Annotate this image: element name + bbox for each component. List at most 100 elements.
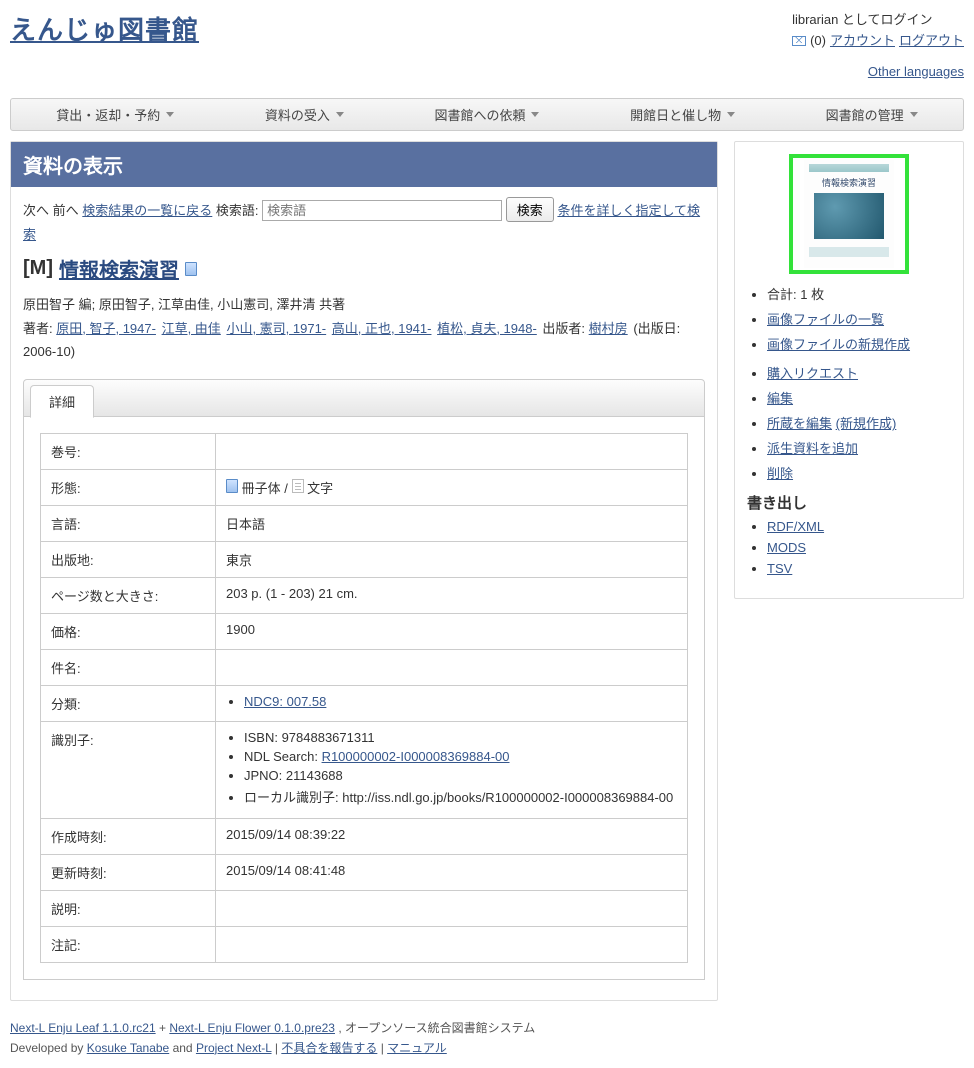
- sidebar-holdings-edit-link[interactable]: 所蔵を編集: [767, 416, 832, 431]
- row-price-label: 価格:: [41, 614, 216, 650]
- row-place-value: 東京: [216, 542, 688, 578]
- nav-requests-label: 図書館への依頼: [434, 105, 525, 124]
- sidebar: 情報検索演習 合計: 1 枚 画像ファイルの一覧 画像ファイルの新規作成 購入リ…: [734, 141, 964, 599]
- row-classification-value: NDC9: 007.58: [216, 686, 688, 722]
- row-note-value: [216, 927, 688, 963]
- classification-ndc9-link[interactable]: NDC9: 007.58: [244, 694, 326, 709]
- sidebar-edit-link[interactable]: 編集: [767, 391, 793, 406]
- main-panel: 資料の表示 次へ 前へ 検索結果の一覧に戻る 検索語: 検索 条件を詳しく指定し…: [10, 141, 718, 1001]
- footer-manual-link[interactable]: マニュアル: [387, 1041, 447, 1055]
- footer-devby: Developed by: [10, 1041, 87, 1055]
- search-label: 検索語:: [216, 203, 259, 218]
- main-navbar: 貸出・返却・予約 資料の受入 図書館への依頼 開館日と催し物 図書館の管理: [10, 98, 964, 131]
- author-link[interactable]: 原田, 智子, 1947-: [56, 321, 156, 336]
- row-subject-label: 件名:: [41, 650, 216, 686]
- row-identifiers-label: 識別子:: [41, 722, 216, 819]
- tab-strip: 詳細: [23, 379, 705, 417]
- carrier-type: 冊子体: [242, 481, 281, 496]
- author-link[interactable]: 小山, 憲司, 1971-: [226, 321, 326, 336]
- identifier-isbn: ISBN: 9784883671311: [244, 730, 677, 745]
- row-price-value: 1900: [216, 614, 688, 650]
- book-icon: [226, 479, 238, 493]
- row-description-value: [216, 891, 688, 927]
- footer-flower-link[interactable]: Next-L Enju Flower 0.1.0.pre23: [169, 1021, 335, 1035]
- back-to-results-link[interactable]: 検索結果の一覧に戻る: [82, 203, 212, 218]
- search-button[interactable]: 検索: [506, 197, 554, 222]
- author-link[interactable]: 高山, 正也, 1941-: [332, 321, 432, 336]
- account-link[interactable]: アカウント: [830, 31, 895, 52]
- tab-panel-detail: 巻号: 形態: 冊子体 / 文字 言語:: [23, 417, 705, 980]
- nav-events[interactable]: 開館日と催し物: [630, 105, 735, 124]
- footer-dev-link[interactable]: Kosuke Tanabe: [87, 1041, 170, 1055]
- identifier-ndl-label: NDL Search:: [244, 749, 318, 764]
- sidebar-purchase-request-link[interactable]: 購入リクエスト: [767, 366, 858, 381]
- cover-image-frame[interactable]: 情報検索演習: [789, 154, 909, 274]
- identifier-jpno: JPNO: 21143688: [244, 768, 677, 783]
- chevron-down-icon: [531, 112, 539, 117]
- other-languages-link[interactable]: Other languages: [868, 64, 964, 79]
- authors-label: 著者:: [23, 321, 53, 336]
- cover-image: 情報検索演習: [804, 160, 894, 268]
- nav-admin-label: 図書館の管理: [826, 105, 904, 124]
- mail-icon[interactable]: [792, 36, 806, 46]
- sidebar-holdings-new-link[interactable]: (新規作成): [836, 416, 897, 431]
- search-input[interactable]: [262, 200, 502, 221]
- login-status: librarian としてログイン: [792, 10, 964, 31]
- row-language-value: 日本語: [216, 506, 688, 542]
- row-note-label: 注記:: [41, 927, 216, 963]
- author-link[interactable]: 江草, 由佳: [162, 321, 221, 336]
- nav-accession[interactable]: 資料の受入: [265, 105, 344, 124]
- row-updated-label: 更新時刻:: [41, 855, 216, 891]
- record-title-link[interactable]: 情報検索演習: [59, 254, 179, 283]
- sidebar-image-new-link[interactable]: 画像ファイルの新規作成: [767, 337, 910, 352]
- footer-plus: +: [159, 1021, 169, 1035]
- nav-accession-label: 資料の受入: [265, 105, 330, 124]
- footer-leaf-link[interactable]: Next-L Enju Leaf 1.1.0.rc21: [10, 1021, 156, 1035]
- sidebar-image-list-link[interactable]: 画像ファイルの一覧: [767, 312, 884, 327]
- export-tsv-link[interactable]: TSV: [767, 561, 792, 576]
- identifier-local: ローカル識別子: http://iss.ndl.go.jp/books/R100…: [244, 787, 677, 806]
- nav-next: 前へ: [53, 203, 79, 218]
- pubdate-value: 2006-10): [23, 344, 75, 359]
- row-volume-value: [216, 434, 688, 470]
- export-title: 書き出し: [747, 492, 951, 513]
- search-row: 次へ 前へ 検索結果の一覧に戻る 検索語: 検索 条件を詳しく指定して検索: [23, 197, 705, 246]
- row-identifiers-value: ISBN: 9784883671311 NDL Search: R1000000…: [216, 722, 688, 819]
- chevron-down-icon: [166, 112, 174, 117]
- pubdate-label: (出版日:: [633, 321, 680, 336]
- row-description-label: 説明:: [41, 891, 216, 927]
- record-type-prefix: [M]: [23, 257, 53, 280]
- footer-bug-link[interactable]: 不具合を報告する: [281, 1041, 377, 1055]
- publisher-label: 出版者:: [542, 321, 585, 336]
- sidebar-delete-link[interactable]: 削除: [767, 466, 793, 481]
- message-count: (0): [810, 31, 826, 52]
- logout-link[interactable]: ログアウト: [899, 31, 964, 52]
- nav-circulation[interactable]: 貸出・返却・予約: [56, 105, 174, 124]
- content-type: 文字: [307, 481, 333, 496]
- row-created-label: 作成時刻:: [41, 819, 216, 855]
- site-title-link[interactable]: えんじゅ図書館: [10, 10, 199, 47]
- sidebar-derived-add-link[interactable]: 派生資料を追加: [767, 441, 858, 456]
- row-updated-value: 2015/09/14 08:41:48: [216, 855, 688, 891]
- sidebar-total: 合計: 1 枚: [767, 284, 951, 303]
- panel-title: 資料の表示: [11, 142, 717, 187]
- publisher-link[interactable]: 樹村房: [589, 321, 628, 336]
- identifier-ndl-link[interactable]: R100000002-I000008369884-00: [322, 749, 510, 764]
- author-link[interactable]: 植松, 貞夫, 1948-: [437, 321, 537, 336]
- row-classification-label: 分類:: [41, 686, 216, 722]
- row-form-value: 冊子体 / 文字: [216, 470, 688, 506]
- footer-project-link[interactable]: Project Next-L: [196, 1041, 272, 1055]
- tab-detail[interactable]: 詳細: [30, 385, 94, 418]
- chevron-down-icon: [727, 112, 735, 117]
- nav-admin[interactable]: 図書館の管理: [826, 105, 918, 124]
- chevron-down-icon: [910, 112, 918, 117]
- nav-requests[interactable]: 図書館への依頼: [434, 105, 539, 124]
- export-rdf-link[interactable]: RDF/XML: [767, 519, 824, 534]
- nav-events-label: 開館日と催し物: [630, 105, 721, 124]
- details-table: 巻号: 形態: 冊子体 / 文字 言語:: [40, 433, 688, 963]
- nav-prev: 次へ: [23, 203, 49, 218]
- row-created-value: 2015/09/14 08:39:22: [216, 819, 688, 855]
- row-language-label: 言語:: [41, 506, 216, 542]
- text-icon: [292, 479, 304, 493]
- export-mods-link[interactable]: MODS: [767, 540, 806, 555]
